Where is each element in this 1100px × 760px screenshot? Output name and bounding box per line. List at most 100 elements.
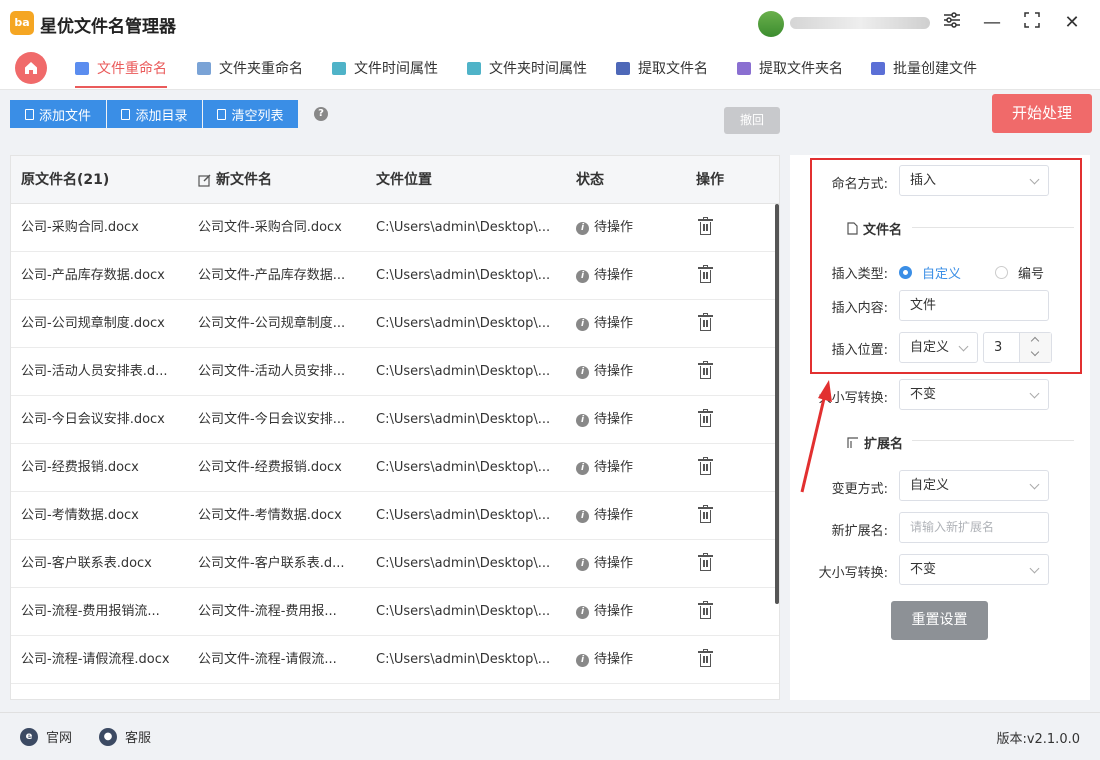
ext-case-convert-select[interactable]: 不变 — [899, 554, 1049, 585]
delete-row-trash-icon[interactable] — [698, 265, 713, 283]
original-name-cell: 公司-流程-请假流程.docx — [21, 652, 170, 667]
table-row[interactable]: 公司-客户联系表.docx 公司文件-客户联系表.d... C:\Users\adm… — [11, 540, 779, 588]
delete-row-trash-icon[interactable] — [698, 217, 713, 235]
info-icon: i — [576, 509, 589, 523]
trash-icon — [217, 108, 227, 120]
minimize-button[interactable]: — — [979, 10, 1005, 36]
case-convert-select[interactable]: 不变 — [899, 379, 1049, 410]
original-name-cell: 公司-流程-费用报销流... — [21, 604, 160, 619]
new-name-cell: 公司文件-考情数据.docx — [198, 508, 342, 523]
table-row[interactable]: 公司-流程-费用报销流... 公司文件-流程-费用报... C:\Users\adm… — [11, 588, 779, 636]
header-original-name[interactable]: 原文件名(21) — [21, 156, 109, 204]
tab-label: 文件重命名 — [97, 61, 167, 77]
add-file-button[interactable]: 添加文件 — [10, 100, 106, 128]
user-avatar[interactable] — [758, 11, 784, 37]
tab-folder-rename[interactable]: 文件夹重命名 — [197, 46, 303, 90]
table-row[interactable]: 公司-流程-请假流程.docx 公司文件-流程-请假流... C:\Users\ad… — [11, 636, 779, 684]
header-new-name[interactable]: 新文件名 — [198, 156, 272, 204]
extract-file-icon — [616, 61, 630, 75]
tab-file-rename[interactable]: 文件重命名 — [75, 46, 167, 90]
table-row[interactable]: 公司-公司规章制度.docx 公司文件-公司规章制度... C:\Users\adm… — [11, 300, 779, 348]
delete-row-trash-icon[interactable] — [698, 601, 713, 619]
delete-row-trash-icon[interactable] — [698, 649, 713, 667]
close-button[interactable]: ✕ — [1059, 10, 1085, 36]
folder-time-icon — [467, 61, 481, 75]
folder-rename-icon — [197, 61, 211, 75]
maximize-button[interactable] — [1019, 10, 1045, 36]
status-text: 待操作 — [594, 652, 634, 667]
change-method-select[interactable]: 自定义 — [899, 470, 1049, 501]
tab-bar: 文件重命名 文件夹重命名 文件时间属性 文件夹时间属性 提取文件名 提取文件夹名… — [0, 46, 1100, 90]
original-name-cell: 公司-公司规章制度.docx — [21, 316, 165, 331]
delete-row-trash-icon[interactable] — [698, 505, 713, 523]
settings-sliders-icon[interactable] — [939, 10, 965, 36]
user-name-blurred[interactable] — [790, 17, 930, 29]
ext-case-convert-value: 不变 — [910, 562, 937, 577]
header-location: 文件位置 — [376, 172, 432, 188]
info-icon: i — [576, 653, 589, 667]
location-cell: C:\Users\admin\Desktop\... — [376, 364, 551, 379]
original-name-cell: 公司-活动人员安排表.d... — [21, 364, 168, 379]
info-icon: i — [576, 461, 589, 475]
start-processing-button[interactable]: 开始处理 — [992, 94, 1092, 133]
info-icon: i — [576, 557, 589, 571]
undo-button[interactable]: 撤回 — [724, 107, 780, 134]
help-icon[interactable]: ? — [314, 107, 328, 121]
status-text: 待操作 — [594, 412, 634, 427]
new-name-cell: 公司文件-活动人员安排... — [198, 364, 346, 379]
status-cell: i 待操作 — [576, 588, 676, 636]
new-name-cell: 公司文件-流程-请假流... — [198, 652, 337, 667]
location-cell: C:\Users\admin\Desktop\... — [376, 508, 551, 523]
original-name-cell: 公司-考情数据.docx — [21, 508, 139, 523]
table-row[interactable]: 公司-产品库存数据.docx 公司文件-产品库存数据... C:\Users\adm… — [11, 252, 779, 300]
status-cell: i 待操作 — [576, 444, 676, 492]
clear-list-button[interactable]: 清空列表 — [203, 100, 298, 128]
chevron-down-icon — [1029, 388, 1040, 399]
info-icon: i — [576, 317, 589, 331]
info-icon: i — [576, 221, 589, 235]
tab-file-time-attr[interactable]: 文件时间属性 — [332, 46, 438, 90]
status-cell: i 待操作 — [576, 636, 676, 684]
new-extension-input[interactable]: 请输入新扩展名 — [899, 512, 1049, 543]
header-new-name-label: 新文件名 — [216, 172, 272, 188]
file-table: 原文件名(21) 新文件名 文件位置 状态 操作 公司-采购合同.docx 公司文… — [10, 155, 780, 700]
new-name-cell: 公司文件-今日会议安排... — [198, 412, 346, 427]
table-row[interactable]: 公司-采购合同.docx 公司文件-采购合同.docx C:\Users\admin… — [11, 204, 779, 252]
delete-row-trash-icon[interactable] — [698, 553, 713, 571]
website-link[interactable]: e 官网 — [20, 727, 72, 746]
tab-batch-create[interactable]: 批量创建文件 — [871, 46, 977, 90]
status-text: 待操作 — [594, 556, 634, 571]
support-label: 客服 — [125, 731, 152, 746]
extract-folder-icon — [737, 61, 751, 75]
new-name-cell: 公司文件-流程-费用报... — [198, 604, 337, 619]
clear-list-label: 清空列表 — [231, 108, 284, 124]
home-button[interactable] — [15, 52, 47, 84]
tab-folder-time-attr[interactable]: 文件夹时间属性 — [467, 46, 587, 90]
location-cell: C:\Users\admin\Desktop\... — [376, 268, 551, 283]
app-logo-icon: ba — [10, 11, 34, 35]
table-row[interactable]: 公司-活动人员安排表.d... 公司文件-活动人员安排... C:\Users\ad… — [11, 348, 779, 396]
extension-icon — [847, 436, 858, 448]
location-cell: C:\Users\admin\Desktop\... — [376, 316, 551, 331]
delete-row-trash-icon[interactable] — [698, 409, 713, 427]
table-row[interactable]: 公司-经费报销.docx 公司文件-经费报销.docx C:\Users\admin… — [11, 444, 779, 492]
new-name-cell: 公司文件-公司规章制度... — [198, 316, 346, 331]
table-row[interactable]: 公司-考情数据.docx 公司文件-考情数据.docx C:\Users\admin… — [11, 492, 779, 540]
support-link[interactable]: ● 客服 — [99, 727, 151, 746]
highlight-box — [810, 158, 1082, 374]
delete-row-trash-icon[interactable] — [698, 457, 713, 475]
change-method-value: 自定义 — [910, 478, 950, 493]
table-scrollbar[interactable] — [775, 204, 779, 604]
delete-row-trash-icon[interactable] — [698, 313, 713, 331]
add-directory-button[interactable]: 添加目录 — [107, 100, 202, 128]
reset-settings-button[interactable]: 重置设置 — [891, 601, 988, 640]
tab-extract-foldername[interactable]: 提取文件夹名 — [737, 46, 843, 90]
tab-extract-filename[interactable]: 提取文件名 — [616, 46, 708, 90]
delete-row-trash-icon[interactable] — [698, 361, 713, 379]
status-text: 待操作 — [594, 268, 634, 283]
tab-label: 文件夹时间属性 — [489, 61, 587, 77]
table-row[interactable]: 公司-今日会议安排.docx 公司文件-今日会议安排... C:\Users\adm… — [11, 396, 779, 444]
title-bar: ba 星优文件名管理器 — ✕ — [0, 0, 1100, 46]
original-name-cell: 公司-客户联系表.docx — [21, 556, 152, 571]
status-cell: i 待操作 — [576, 300, 676, 348]
